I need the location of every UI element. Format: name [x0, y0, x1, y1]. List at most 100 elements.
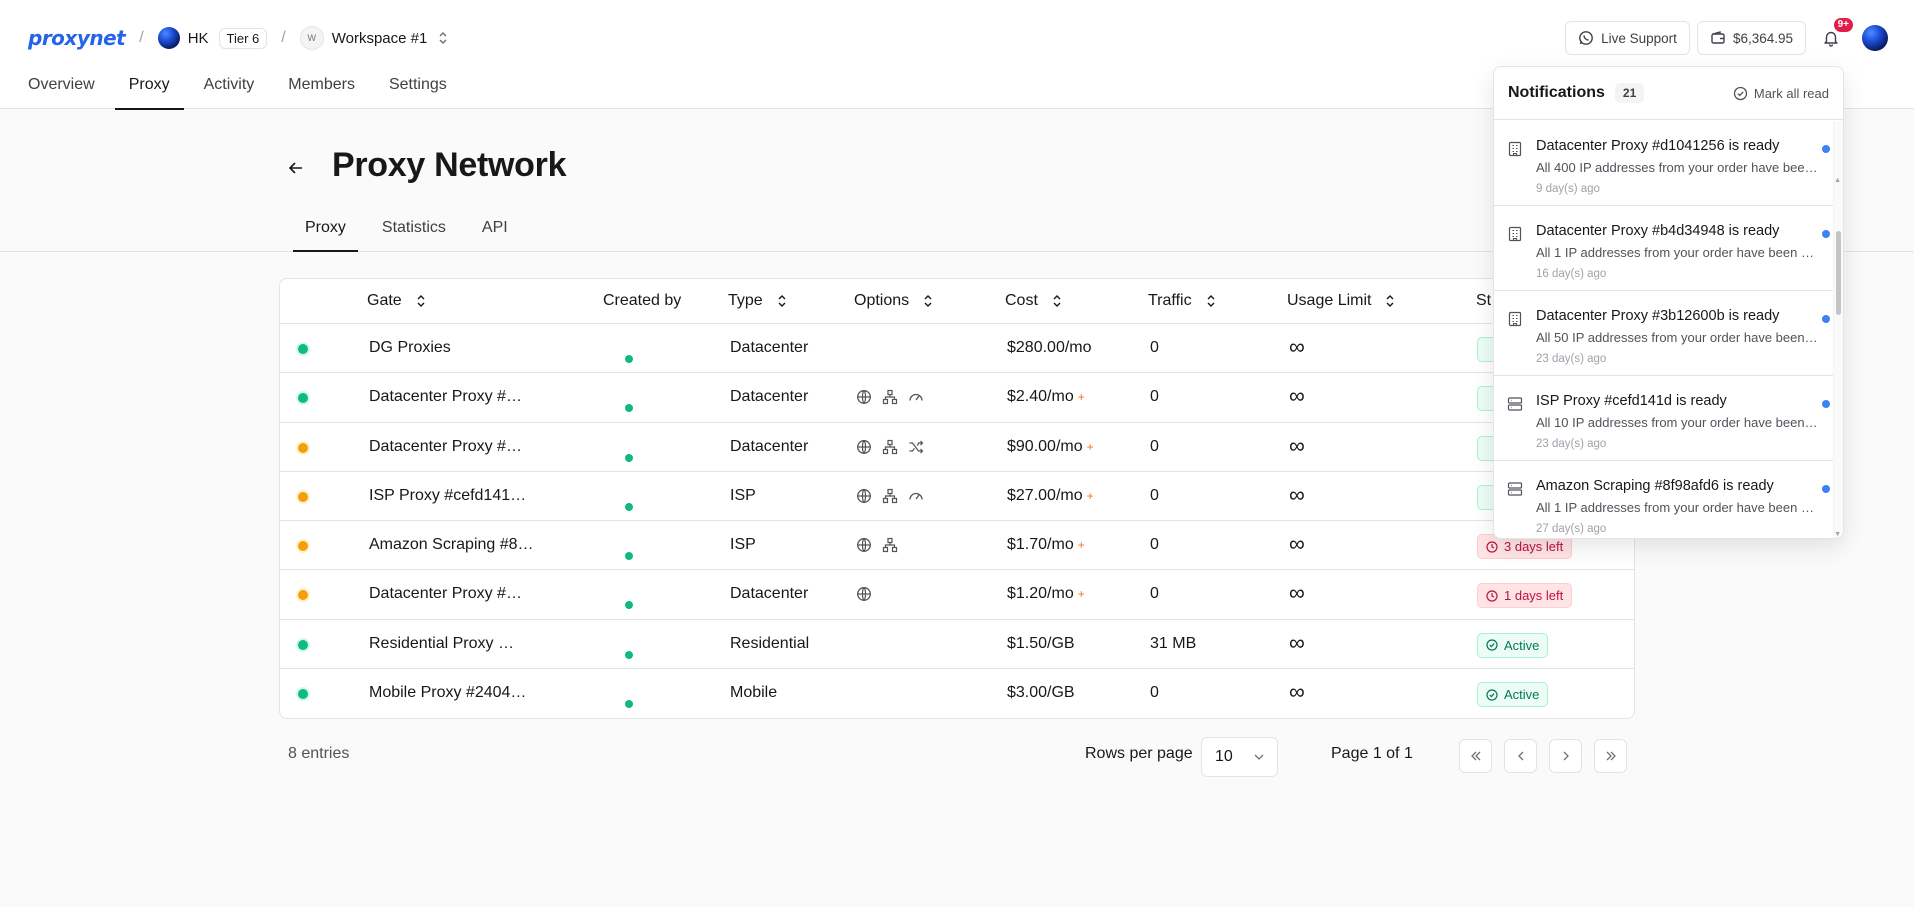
breadcrumb: proxynet / HK Tier 6 / W Workspace #1 — [28, 22, 449, 54]
traffic-value: 0 — [1150, 437, 1159, 455]
gate-name[interactable]: DG Proxies — [369, 339, 451, 357]
sort-icon[interactable] — [1206, 294, 1216, 308]
gate-name[interactable]: Amazon Scraping #8… — [369, 536, 534, 554]
user-avatar[interactable] — [1862, 25, 1888, 51]
gate-name[interactable]: Datacenter Proxy #… — [369, 388, 522, 406]
scroll-down-arrow-icon[interactable]: ▼ — [1834, 531, 1841, 538]
notification-item[interactable]: Datacenter Proxy #3b12600b is ready All … — [1494, 291, 1834, 376]
notification-body: All 1 IP addresses from your order have … — [1536, 500, 1818, 515]
tab-proxy[interactable]: Proxy — [114, 72, 184, 110]
mark-all-read-label: Mark all read — [1753, 85, 1829, 101]
chevron-up-down-icon[interactable] — [437, 31, 449, 45]
creator-avatar — [603, 579, 635, 612]
table-row[interactable]: Datacenter Proxy #… Datacenter $2.40/mo +… — [280, 373, 1634, 423]
table-body: DG Proxies Datacenter $280.00/mo 0 ∞ Dat… — [280, 324, 1634, 718]
notifications-scrollbar[interactable]: ▲ ▼ — [1833, 121, 1843, 538]
online-indicator — [623, 550, 635, 563]
cost-amount: $90.00/mo — [1007, 437, 1083, 455]
region-label[interactable]: HK — [188, 30, 209, 47]
page-title: Proxy Network — [332, 146, 567, 184]
shuffle-icon — [908, 439, 924, 455]
creator-avatar — [603, 432, 635, 464]
tab-members[interactable]: Members — [288, 72, 355, 109]
next-page-button[interactable] — [1549, 739, 1582, 773]
notification-item[interactable]: Datacenter Proxy #d1041256 is ready All … — [1494, 121, 1834, 206]
notification-item[interactable]: Datacenter Proxy #b4d34948 is ready All … — [1494, 206, 1834, 291]
proxy-type: ISP — [730, 486, 756, 504]
sort-icon[interactable] — [1385, 294, 1395, 308]
table-row[interactable]: DG Proxies Datacenter $280.00/mo 0 ∞ — [280, 324, 1634, 374]
gate-name[interactable]: Residential Proxy … — [369, 635, 514, 653]
traffic-value: 0 — [1150, 684, 1159, 702]
scroll-up-arrow-icon[interactable]: ▲ — [1834, 177, 1841, 184]
column-header-cost[interactable]: Cost — [1005, 292, 1062, 310]
status-dot — [298, 344, 308, 354]
cost-value: $1.70/mo + — [1007, 536, 1085, 554]
back-arrow-icon[interactable] — [288, 160, 304, 176]
building-icon — [1507, 141, 1523, 157]
balance-button[interactable]: $6,364.95 — [1696, 21, 1806, 55]
gauge-icon — [908, 488, 924, 504]
tab-settings[interactable]: Settings — [389, 72, 447, 109]
column-header-gate[interactable]: Gate — [367, 292, 426, 310]
notification-item[interactable]: Amazon Scraping #8f98afd6 is ready All 1… — [1494, 461, 1834, 538]
subtab-proxy[interactable]: Proxy — [293, 219, 358, 252]
sort-icon[interactable] — [777, 294, 787, 308]
proxy-type: Datacenter — [730, 437, 809, 455]
sort-icon[interactable] — [416, 294, 426, 308]
tab-overview[interactable]: Overview — [28, 72, 95, 109]
bell-icon — [1822, 29, 1840, 47]
plus-indicator: + — [1086, 439, 1094, 454]
notifications-button[interactable]: 9+ — [1813, 18, 1853, 55]
column-header-status[interactable]: St — [1476, 292, 1491, 310]
gate-name[interactable]: ISP Proxy #cefd141… — [369, 487, 526, 505]
first-page-button[interactable] — [1459, 739, 1492, 773]
table-row[interactable]: Datacenter Proxy #… Datacenter $90.00/mo… — [280, 423, 1634, 472]
table-row[interactable]: Datacenter Proxy #… Datacenter $1.20/mo +… — [280, 570, 1634, 620]
mark-all-read-button[interactable]: Mark all read — [1733, 86, 1829, 101]
column-label: Created by — [603, 292, 682, 309]
proxy-options — [856, 488, 924, 504]
cost-value: $3.00/GB — [1007, 684, 1079, 702]
table-row[interactable]: ISP Proxy #cefd141… ISP $27.00/mo + 0 ∞ — [280, 472, 1634, 522]
check-circle-icon — [1486, 639, 1498, 651]
sort-icon[interactable] — [1052, 294, 1062, 308]
traffic-value: 0 — [1150, 388, 1159, 406]
table-row[interactable]: Amazon Scraping #8… ISP $1.70/mo + 0 ∞ 3 … — [280, 521, 1634, 571]
usage-limit-infinity: ∞ — [1289, 580, 1305, 606]
subtab-statistics[interactable]: Statistics — [382, 219, 446, 252]
workspace-switcher[interactable]: Workspace #1 — [332, 30, 428, 47]
scrollbar-thumb[interactable] — [1836, 231, 1841, 315]
last-page-button[interactable] — [1594, 739, 1627, 773]
network-icon — [882, 488, 898, 504]
column-header-options[interactable]: Options — [854, 292, 933, 310]
entries-count: 8 entries — [288, 745, 350, 762]
column-header-traffic[interactable]: Traffic — [1148, 292, 1216, 310]
previous-page-button[interactable] — [1504, 739, 1537, 773]
column-label: Gate — [367, 292, 402, 309]
column-header-usage-limit[interactable]: Usage Limit — [1287, 292, 1395, 310]
live-support-button[interactable]: Live Support — [1565, 21, 1690, 55]
notification-item[interactable]: ISP Proxy #cefd141d is ready All 10 IP a… — [1494, 376, 1834, 461]
cost-amount: $280.00/mo — [1007, 339, 1092, 356]
network-icon — [882, 537, 898, 553]
subtab-api[interactable]: API — [482, 219, 508, 252]
status-dot — [298, 590, 308, 601]
globe-icon — [856, 537, 872, 553]
whatsapp-icon — [1578, 30, 1594, 46]
brand-logo[interactable]: proxynet — [28, 26, 126, 50]
table-row[interactable]: Mobile Proxy #2404… Mobile $3.00/GB 0 ∞ … — [280, 669, 1634, 718]
building-icon — [1507, 226, 1523, 242]
column-header-type[interactable]: Type — [728, 292, 787, 310]
tab-activity[interactable]: Activity — [204, 72, 255, 109]
notification-time: 27 day(s) ago — [1536, 523, 1607, 535]
notifications-title: Notifications — [1508, 84, 1605, 101]
unread-dot — [1822, 485, 1830, 493]
gate-name[interactable]: Datacenter Proxy #… — [369, 438, 522, 456]
gate-name[interactable]: Mobile Proxy #2404… — [369, 684, 526, 702]
table-row[interactable]: Residential Proxy … Residential $1.50/GB… — [280, 620, 1634, 670]
sort-icon[interactable] — [923, 294, 933, 308]
rows-per-page-select[interactable]: 10 — [1201, 737, 1278, 777]
unread-dot — [1822, 315, 1830, 323]
gate-name[interactable]: Datacenter Proxy #… — [369, 585, 522, 603]
